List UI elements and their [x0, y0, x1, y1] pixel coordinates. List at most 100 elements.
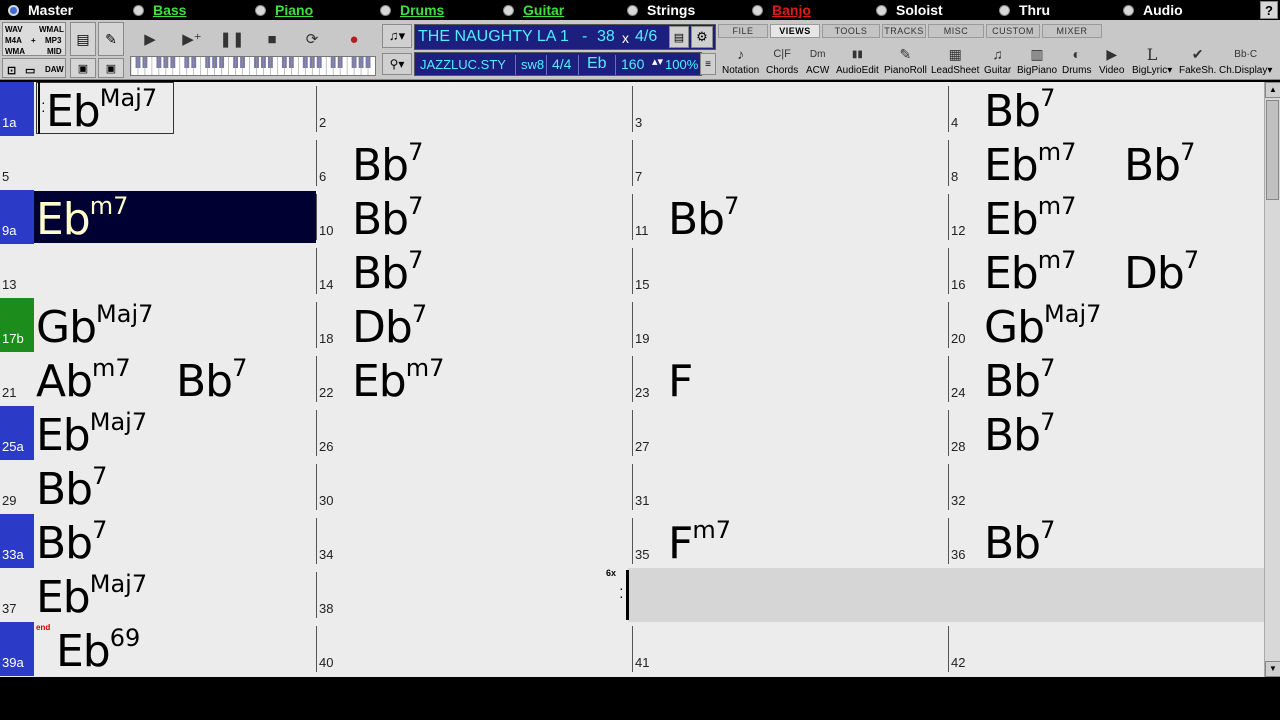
- chord-symbol[interactable]: Ebm7: [352, 354, 444, 407]
- bar-cell[interactable]: 8 Ebm7 Bb7: [948, 136, 1264, 191]
- bar-cell[interactable]: 35 Fm7: [632, 514, 948, 569]
- bar-cell[interactable]: 26: [316, 406, 632, 460]
- bar-cell[interactable]: 32: [948, 460, 1264, 514]
- scroll-up-arrow-icon[interactable]: ▲: [1265, 82, 1280, 98]
- chord-symbol[interactable]: Ebm7: [36, 192, 128, 245]
- scroll-thumb[interactable]: [1266, 100, 1279, 200]
- save-button[interactable]: ▣: [70, 58, 96, 78]
- bar-cell[interactable]: [948, 568, 1264, 622]
- bar-cell[interactable]: 40: [316, 622, 632, 676]
- bar-cell[interactable]: 37 EbMaj7: [0, 568, 316, 623]
- record-button[interactable]: ●: [336, 24, 372, 54]
- bar-cell[interactable]: [632, 568, 948, 622]
- chord-symbol[interactable]: Bb7: [352, 138, 423, 191]
- section-marker[interactable]: 33a: [0, 514, 34, 568]
- view-drums[interactable]: ◐ Drums: [1062, 40, 1091, 76]
- section-marker[interactable]: 9a: [0, 190, 34, 244]
- song-menu-button[interactable]: ♫▾: [382, 24, 412, 48]
- chord-symbol[interactable]: Eb69: [56, 624, 140, 677]
- chord-sheet[interactable]: 1a · · EbMaj7 2 3 4 Bb7 5 6 Bb7 7 8 Ebm7 Bb7 9a Ebm7 10 Bb…: [0, 82, 1264, 677]
- chord-sheet-scrollbar[interactable]: ▲ ▼: [1264, 82, 1280, 677]
- feel[interactable]: sw8: [521, 57, 544, 72]
- tab-tracks[interactable]: TRACKS: [882, 24, 926, 38]
- chord-symbol[interactable]: F: [668, 356, 693, 407]
- bar-cell[interactable]: 30: [316, 460, 632, 514]
- bar-cell[interactable]: 4 Bb7: [948, 82, 1264, 137]
- bar-cell[interactable]: 24 Bb7: [948, 352, 1264, 407]
- help-button[interactable]: ?: [1260, 1, 1278, 19]
- track-thru[interactable]: Thru: [999, 0, 1050, 20]
- bar-cell[interactable]: 19: [632, 298, 948, 352]
- bar-cell[interactable]: 42: [948, 622, 1264, 676]
- bar-cell[interactable]: 15: [632, 244, 948, 298]
- section-marker[interactable]: 1a: [0, 82, 34, 136]
- bar-to[interactable]: 38: [597, 28, 615, 46]
- view-chords[interactable]: C|F Chords: [766, 40, 798, 76]
- track-drums[interactable]: Drums: [380, 0, 444, 20]
- bar-cell[interactable]: 41: [632, 622, 948, 676]
- section-marker[interactable]: 39a: [0, 622, 34, 676]
- bar-cell[interactable]: 14 Bb7: [316, 244, 632, 299]
- chord-symbol[interactable]: Ebm7: [984, 138, 1076, 191]
- tab-views[interactable]: VIEWS: [770, 24, 820, 38]
- chord-symbol[interactable]: Bb7: [176, 354, 247, 407]
- tab-tools[interactable]: TOOLS: [822, 24, 880, 38]
- time-signature[interactable]: 4/4: [552, 56, 571, 72]
- view-bigpiano[interactable]: ▥ BigPiano: [1017, 40, 1057, 77]
- track-piano[interactable]: Piano: [255, 0, 313, 20]
- audio-format-panel[interactable]: WAV WMAL M4A + MP3 WMA MID: [2, 22, 66, 56]
- scroll-down-arrow-icon[interactable]: ▼: [1265, 661, 1280, 677]
- style-name[interactable]: JAZZLUC.STY: [420, 57, 506, 72]
- chord-symbol[interactable]: Bb7: [984, 84, 1055, 137]
- daw-plugin-button[interactable]: ⊡ ▭ DAW: [2, 58, 66, 78]
- bar-cell[interactable]: 7: [632, 136, 948, 190]
- section-marker[interactable]: 25a: [0, 406, 34, 460]
- chorus-count[interactable]: 4/6: [635, 28, 657, 46]
- chord-symbol[interactable]: GbMaj7: [984, 300, 1101, 353]
- bar-cell[interactable]: 20 GbMaj7: [948, 298, 1264, 353]
- view-biglyric[interactable]: L BigLyric▾: [1132, 40, 1172, 77]
- menu-lines-button[interactable]: ≡: [700, 53, 716, 75]
- bar-cell[interactable]: 18 Db7: [316, 298, 632, 353]
- view-acw[interactable]: Dm ACW: [806, 40, 829, 77]
- track-soloist[interactable]: Soloist: [876, 0, 943, 20]
- bar-cell[interactable]: 22 Ebm7: [316, 352, 632, 407]
- track-strings[interactable]: Strings: [627, 0, 695, 20]
- song-title-box[interactable]: THE NAUGHTY LA 1 - 38 x 4/6 ▤ ⚙: [414, 24, 716, 50]
- bar-cell[interactable]: 31: [632, 460, 948, 514]
- track-guitar[interactable]: Guitar: [503, 0, 564, 20]
- bar-cell[interactable]: 36 Bb7: [948, 514, 1264, 569]
- bar-cell[interactable]: 10 Bb7: [316, 190, 632, 245]
- bar-cell[interactable]: 29 Bb7: [0, 460, 316, 515]
- bar-cell[interactable]: 23 F: [632, 352, 948, 407]
- piano-keyboard-strip[interactable]: [130, 56, 376, 76]
- bar-cell[interactable]: 16 Ebm7 Db7: [948, 244, 1264, 299]
- chord-symbol[interactable]: Bb7: [984, 354, 1055, 407]
- track-bass[interactable]: Bass: [133, 0, 186, 20]
- chord-symbol[interactable]: Bb7: [352, 246, 423, 299]
- bar-cell[interactable]: 13: [0, 244, 316, 298]
- settings-button[interactable]: ⚙: [691, 26, 713, 48]
- key-signature[interactable]: Eb: [587, 55, 607, 73]
- chord-symbol[interactable]: Bb7: [352, 192, 423, 245]
- bar-cell[interactable]: 1a · · EbMaj7: [0, 82, 316, 137]
- bar-cell[interactable]: 3: [632, 82, 948, 136]
- chord-symbol[interactable]: GbMaj7: [36, 300, 153, 353]
- view-leadsheet[interactable]: ▦ LeadSheet: [931, 40, 979, 77]
- loop-button[interactable]: ⟳: [294, 24, 330, 54]
- track-banjo[interactable]: Banjo: [752, 0, 811, 20]
- view-video[interactable]: ▶ Video: [1099, 40, 1124, 77]
- tab-file[interactable]: FILE: [718, 24, 768, 38]
- chord-symbol[interactable]: Db7: [352, 300, 427, 353]
- bar-cell[interactable]: 17b GbMaj7: [0, 298, 316, 353]
- bar-cell[interactable]: 2: [316, 82, 632, 136]
- tempo[interactable]: 160: [621, 56, 644, 72]
- play-button[interactable]: ▶: [132, 24, 168, 54]
- bar-cell[interactable]: 33a Bb7: [0, 514, 316, 569]
- chord-symbol[interactable]: Ebm7: [984, 192, 1076, 245]
- chord-symbol[interactable]: EbMaj7: [36, 570, 147, 623]
- tempo-spinner-icon[interactable]: ▴▾: [652, 55, 663, 68]
- chord-symbol[interactable]: Bb7: [668, 192, 739, 245]
- bar-cell[interactable]: 28 Bb7: [948, 406, 1264, 461]
- play-from-bar-button[interactable]: ▶⁺: [174, 24, 210, 54]
